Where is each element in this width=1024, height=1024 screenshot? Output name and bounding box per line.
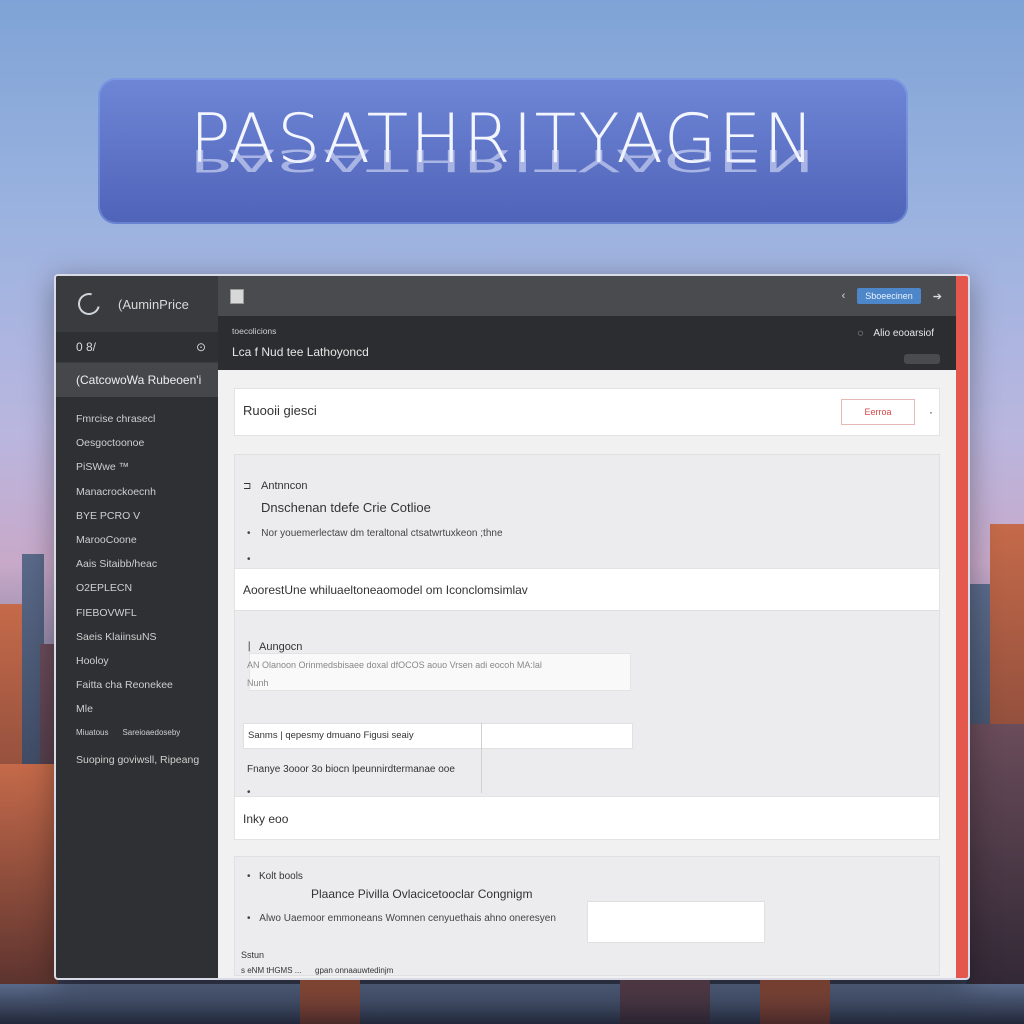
vertical-divider: [481, 723, 482, 793]
panel-bullet-text: AN Olanoon Orinmedsbisaee doxal dfOCOS a…: [247, 660, 542, 670]
settings-circle-icon[interactable]: ⊙: [196, 340, 206, 354]
card-text: Inky eoo: [243, 812, 289, 826]
panel-bottom-text: s eNM tHGMS ...: [241, 966, 302, 975]
title-banner: PASATHRITYAGEN PASATHRITYAGEN: [98, 78, 908, 224]
panel-bullet-marker: ❘: [245, 641, 254, 652]
card-text: AoorestUne whiluaeltoneaomodel om Iconcl…: [243, 583, 528, 597]
sidebar-item[interactable]: Saeis KlaiinsuNS: [56, 625, 218, 649]
card-action-button[interactable]: Eerroa: [841, 399, 915, 425]
panel-toggle-icon[interactable]: ⊐: [243, 481, 251, 492]
sidebar-item[interactable]: MarooCoone: [56, 528, 218, 552]
section-card: Ruooii giesci Eerroa ·: [234, 388, 940, 436]
toolbar-pill-button[interactable]: Sboeecinen: [857, 288, 921, 304]
breadcrumb: toecolicions: [232, 326, 277, 336]
header-action-label: Alio eooarsiof: [873, 328, 934, 339]
document-icon[interactable]: [230, 288, 244, 304]
section-card: AoorestUne whiluaeltoneaomodel om Iconcl…: [234, 568, 940, 612]
back-chevron-icon[interactable]: ‹: [842, 290, 846, 302]
panel-heading: Kolt bools: [259, 871, 303, 882]
options-panel: ❘ Aungocn AN Olanoon Orinmedsbisaee doxa…: [234, 610, 940, 800]
sidebar-small-left: Miuatous: [76, 727, 109, 737]
app-window: (AuminPrice 0 8/ ⊙ (CatcowoWa Rubeoen'i …: [54, 274, 970, 980]
panel-bottom-text: gpan onnaauwtedinjm: [315, 966, 394, 975]
sidebar-item[interactable]: BYE PCRO V: [56, 504, 218, 528]
search-field-text: Sanms | qepesmy dmuano Figusi seaiy: [248, 730, 414, 741]
header-action[interactable]: ◌ Alio eooarsiof: [857, 328, 934, 339]
panel-subheading: Plaance Pivilla Ovlacicetooclar Congnigm: [311, 887, 533, 901]
sidebar-item[interactable]: Manacrockoecnh: [56, 480, 218, 504]
panel-text-field[interactable]: [249, 653, 631, 691]
sidebar-item[interactable]: Mle: [56, 697, 218, 721]
panel-bullet: • Nor youemerlectaw dm teraltonal ctsatw…: [247, 528, 503, 539]
sidebar-small-right: Sareioaedoseby: [122, 727, 181, 737]
sidebar-item[interactable]: Fmrcise chrasecl: [56, 407, 218, 431]
section-card: Inky eoo: [234, 796, 940, 840]
header-toggle[interactable]: [904, 354, 940, 364]
brand-logo-icon: [73, 288, 105, 320]
card-more-icon[interactable]: ·: [929, 405, 933, 419]
panel-bullet-marker: •: [247, 871, 251, 882]
sidebar-item[interactable]: Faitta cha Reonekee: [56, 673, 218, 697]
brand-name: (AuminPrice: [118, 296, 189, 312]
sidebar-item[interactable]: Oesgoctoonoe: [56, 431, 218, 455]
banner-title-reflection: PASATHRITYAGEN: [189, 142, 817, 178]
panel-subheading: Dnschenan tdefe Crie Cotlioe: [261, 500, 431, 515]
summary-panel: • Kolt bools Plaance Pivilla Ovlacicetoo…: [234, 856, 940, 976]
sidebar-brand[interactable]: (AuminPrice: [56, 276, 218, 332]
sidebar-item[interactable]: FIEBOVWFL: [56, 601, 218, 625]
sidebar-filter-label: 0 8/: [76, 340, 97, 354]
card-title: Ruooii giesci: [243, 403, 317, 418]
forward-arrow-icon[interactable]: ➔: [933, 290, 942, 303]
panel-label: Sstun: [241, 950, 265, 960]
panel-bullet-text: Alwo Uaemoor emmoneans Womnen cenyuethai…: [259, 913, 556, 924]
sidebar-item-active[interactable]: (CatcowoWa Rubeoen'i: [56, 363, 218, 397]
sidebar-filter-row[interactable]: 0 8/ ⊙: [56, 332, 218, 363]
page-header: toecolicions Lca f Nud tee Lathoyoncd ◌ …: [218, 316, 956, 370]
panel-heading: Antnncon: [261, 480, 308, 492]
sidebar-small-row[interactable]: Miuatous Sareioaedoseby: [56, 721, 218, 743]
sidebar-item-bottom[interactable]: Suoping goviwsll, Ripeang: [56, 747, 218, 771]
panel-bullet: •: [247, 554, 251, 565]
panel-bullet-text: Nor youemerlectaw dm teraltonal ctsatwrt…: [261, 528, 503, 539]
page-title: Lca f Nud tee Lathoyoncd: [232, 345, 369, 359]
panel-line: Fnanye 3ooor 3o biocn lpeunnirdtermanae …: [247, 764, 455, 775]
sidebar-item[interactable]: Hooloy: [56, 649, 218, 673]
sidebar-item[interactable]: PiSWwe ™: [56, 455, 218, 479]
sidebar: (AuminPrice 0 8/ ⊙ (CatcowoWa Rubeoen'i …: [56, 276, 218, 978]
sidebar-item[interactable]: Aais Sitaibb/heac: [56, 552, 218, 576]
search-field[interactable]: Sanms | qepesmy dmuano Figusi seaiy: [243, 723, 633, 749]
top-toolbar: ‹ Sboeecinen ➔: [218, 276, 956, 316]
refresh-icon: ◌: [857, 328, 864, 339]
details-panel: ⊐ Antnncon Dnschenan tdefe Crie Cotlioe …: [234, 454, 940, 572]
window-accent-bar: [956, 276, 968, 978]
panel-bullet: • Alwo Uaemoor emmoneans Womnen cenyueth…: [247, 913, 556, 924]
content-area: Ruooii giesci Eerroa · ⊐ Antnncon Dnsche…: [234, 370, 940, 978]
panel-side-box[interactable]: [587, 901, 765, 943]
panel-heading: Aungocn: [259, 641, 303, 653]
sidebar-item[interactable]: O2EPLECN: [56, 576, 218, 600]
main-area: ‹ Sboeecinen ➔ toecolicions Lca f Nud te…: [218, 276, 956, 978]
panel-bullet-text: Nunh: [247, 678, 269, 688]
